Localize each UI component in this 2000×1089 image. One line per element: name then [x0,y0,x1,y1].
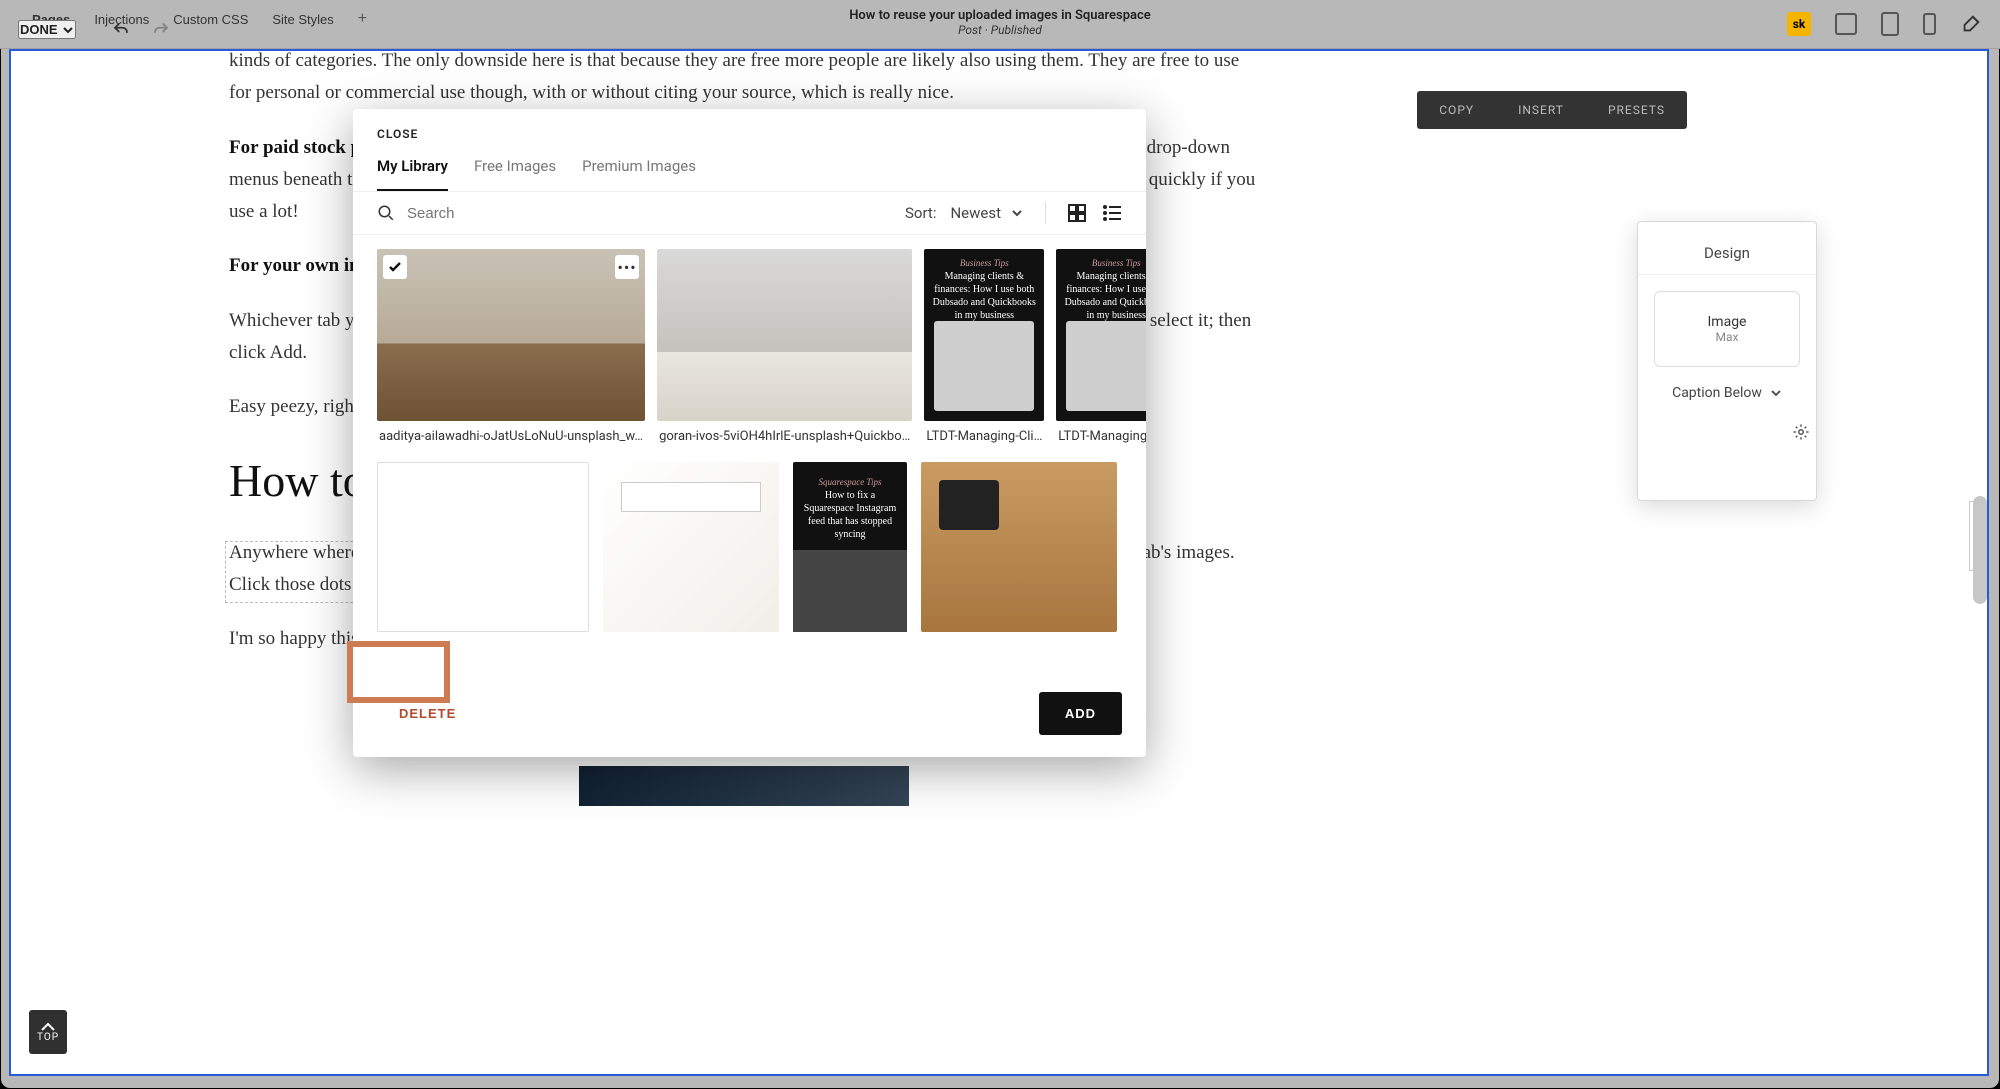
tab-site-styles[interactable]: Site Styles [260,8,345,31]
device-tablet-icon[interactable] [1881,12,1899,36]
library-thumb[interactable]: Business Tips Managing clients & finances… [1056,249,1146,421]
tile-kicker: Business Tips [960,258,1009,268]
image-label: Image [1665,314,1789,330]
tile-kicker: Squarespace Tips [819,477,882,487]
library-thumb[interactable] [377,462,589,632]
caption-label: Caption Below [1672,385,1762,401]
thumb-caption: aaditya-ailawadhi-oJatUsLoNuU-unsplash_w… [377,421,645,444]
toolbar-insert[interactable]: INSERT [1496,103,1586,117]
chevron-down-icon [62,24,74,36]
selected-check-icon [383,255,407,279]
sk-badge[interactable]: sk [1787,12,1811,36]
image-dropzone[interactable]: Image Max [1654,291,1800,367]
editor-chrome: Pages Injections Custom CSS Site Styles … [0,0,2000,49]
close-button[interactable]: CLOSE [353,109,1146,151]
undo-icon[interactable] [112,21,130,39]
modal-footer: DELETE ADD [353,676,1146,757]
search-icon [377,204,395,222]
library-thumb[interactable]: EVERYDAY I'M HUSTLIN' [603,462,779,632]
tab-premium-images[interactable]: Premium Images [582,151,696,191]
thumb-menu-icon[interactable]: ••• [615,255,639,279]
page-subtitle: Post · Published [849,23,1151,37]
page-title: How to reuse your uploaded images in Squ… [849,8,1151,23]
grid-view-icon[interactable] [1068,204,1086,222]
toolbar-presets[interactable]: PRESETS [1586,103,1687,117]
search-input[interactable] [407,205,893,222]
design-panel: Design Image Max Caption Below [1637,221,1817,501]
thumb-caption: LTDT-Managing-Cli… [1056,421,1146,444]
image-grid: ••• aaditya-ailawadhi-oJatUsLoNuU-unspla… [353,235,1146,632]
image-hint: Max [1665,330,1789,344]
library-thumb[interactable] [657,249,912,421]
thumb-caption: LTDT-Managing-Cli… [924,421,1044,444]
caption-select[interactable]: Caption Below [1654,385,1800,401]
scrollbar[interactable] [1973,496,1987,604]
gear-icon[interactable] [1792,423,1810,441]
tile-kicker: Business Tips [1092,258,1141,268]
chrome-title-group: How to reuse your uploaded images in Squ… [849,8,1151,37]
tab-free-images[interactable]: Free Images [474,151,556,191]
add-button[interactable]: ADD [1039,692,1122,735]
block-toolbar: COPY INSERT PRESETS [1417,91,1687,129]
sort-value[interactable]: Newest [950,204,1001,222]
modal-tabs: My Library Free Images Premium Images [353,151,1146,192]
library-thumb[interactable] [921,462,1117,632]
canvas: kinds of categories. The only downside h… [0,49,2000,1089]
tab-add[interactable]: + [346,6,379,32]
thumb-caption: goran-ivos-5viOH4hIrlE-unsplash+Quickbo… [657,421,912,444]
tab-my-library[interactable]: My Library [377,151,448,191]
brush-icon[interactable] [1960,13,1982,35]
annotation-highlight [347,641,450,703]
list-view-icon[interactable] [1102,204,1122,222]
scroll-top-button[interactable]: TOP [29,1010,67,1054]
done-button[interactable]: DONE [18,20,76,39]
redo-icon[interactable] [152,21,170,39]
top-label: TOP [37,1032,59,1043]
search-bar: Sort: Newest [353,192,1146,235]
chevron-up-icon [41,1022,55,1032]
chevron-down-icon [1770,387,1782,399]
chevron-down-icon[interactable] [1011,207,1023,219]
toolbar-copy[interactable]: COPY [1417,103,1496,117]
para1b: personal or commercial use though, with … [256,82,954,103]
done-label: DONE [20,22,58,37]
library-thumb[interactable]: Squarespace Tips How to fix a Squarespac… [793,462,907,632]
device-phone-icon[interactable] [1923,13,1936,35]
library-thumb[interactable]: Business Tips Managing clients & finances… [924,249,1044,421]
tab-custom-css[interactable]: Custom CSS [161,8,260,31]
library-thumb[interactable]: ••• [377,249,645,421]
sort-label: Sort: [905,204,936,222]
image-picker-modal: CLOSE My Library Free Images Premium Ima… [353,109,1146,757]
bottom-media-preview [579,766,909,806]
tile-title: Managing clients & finances: How I use b… [933,271,1036,321]
tile-title: Managing clients & finances: How I use b… [1065,271,1146,321]
hustle-text: EVERYDAY I'M HUSTLIN' [629,486,748,496]
device-desktop-icon[interactable] [1835,13,1857,35]
tile-title: How to fix a Squarespace Instagram feed … [804,490,896,540]
design-tab[interactable]: Design [1638,232,1816,275]
